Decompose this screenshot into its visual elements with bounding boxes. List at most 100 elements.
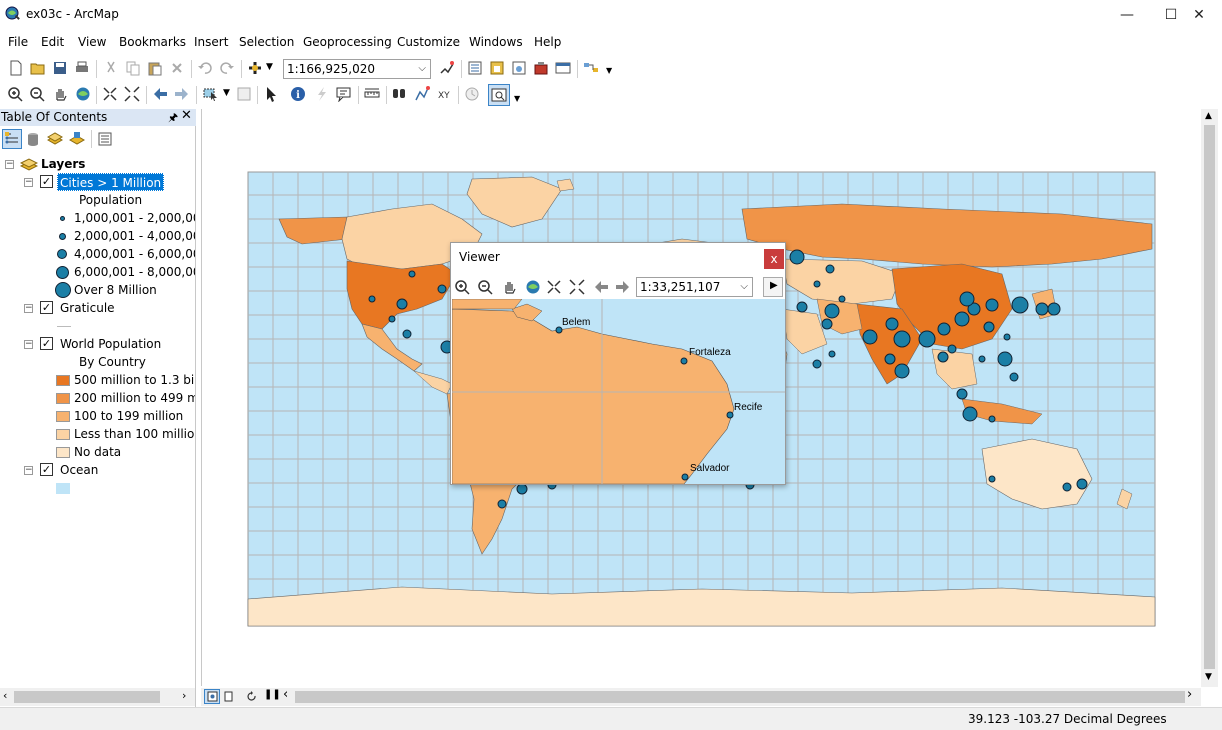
new-document-icon[interactable] [8, 60, 24, 76]
scroll-down-icon[interactable]: ▼ [1205, 672, 1212, 682]
clear-selection-icon[interactable] [236, 86, 252, 102]
find-icon[interactable] [391, 86, 407, 102]
layer-ocean-label[interactable]: Ocean [60, 461, 98, 479]
layout-view-icon[interactable] [223, 691, 234, 702]
select-features-icon[interactable] [203, 86, 219, 102]
menu-windows[interactable]: Windows [469, 35, 523, 49]
time-slider-icon[interactable] [464, 86, 480, 102]
catalog-icon[interactable] [489, 60, 505, 76]
copy-icon[interactable] [125, 60, 141, 76]
menu-insert[interactable]: Insert [194, 35, 228, 49]
viewer-window-button[interactable] [488, 84, 510, 106]
layer-cities-label[interactable]: Cities > 1 Million [57, 173, 165, 191]
find-route-icon[interactable] [414, 86, 430, 102]
layer-cities[interactable]: − ✓ Cities > 1 Million [0, 173, 190, 191]
menu-view[interactable]: View [78, 35, 106, 49]
collapse-icon[interactable]: − [24, 340, 33, 349]
pin-icon[interactable]: 🖈 [168, 109, 178, 128]
open-icon[interactable] [30, 60, 46, 76]
viewer-map-canvas[interactable] [452, 299, 785, 484]
select-dropdown-icon[interactable]: ▼ [223, 88, 230, 98]
list-by-source-icon[interactable] [25, 131, 41, 147]
zoom-out-icon[interactable] [29, 86, 45, 102]
menu-help[interactable]: Help [534, 35, 561, 49]
scroll-left-icon[interactable]: ‹ [283, 687, 288, 702]
fixed-zoom-out-icon[interactable] [569, 279, 585, 295]
menu-edit[interactable]: Edit [41, 35, 64, 49]
print-icon[interactable] [74, 60, 90, 76]
list-by-visibility-icon[interactable] [47, 131, 63, 147]
list-by-drawing-order-button[interactable] [2, 129, 22, 149]
pan-icon[interactable] [52, 86, 68, 102]
layer-graticule[interactable]: − ✓ Graticule [0, 299, 190, 317]
pause-drawing-icon[interactable]: ❚❚ [264, 689, 281, 700]
delete-icon[interactable] [169, 60, 185, 76]
toolbar-options-icon[interactable]: ▼ [606, 66, 612, 75]
redo-icon[interactable] [219, 60, 235, 76]
map-vertical-scrollbar[interactable]: ▲ ▼ [1201, 109, 1218, 687]
full-extent-icon[interactable] [75, 86, 91, 102]
viewer-close-button[interactable]: x [764, 249, 784, 269]
layers-root[interactable]: − Layers [0, 155, 190, 173]
html-popup-icon[interactable] [336, 86, 352, 102]
scroll-thumb[interactable] [14, 691, 160, 703]
close-toc-button[interactable]: ✕ [181, 108, 192, 123]
paste-icon[interactable] [147, 60, 163, 76]
table-of-contents-icon[interactable] [467, 60, 483, 76]
map-scale-combo[interactable]: 1:166,925,020 ⌵ [283, 59, 431, 79]
undo-icon[interactable] [197, 60, 213, 76]
options-icon[interactable] [97, 131, 113, 147]
fixed-zoom-out-icon[interactable] [124, 86, 140, 102]
toolbar-options-icon[interactable]: ▼ [514, 94, 520, 103]
menu-bookmarks[interactable]: Bookmarks [119, 35, 186, 49]
chevron-down-icon[interactable]: ⌵ [418, 60, 426, 78]
layer-graticule-label[interactable]: Graticule [60, 299, 115, 317]
viewer-options-button[interactable]: ▶ [763, 277, 783, 297]
viewer-window[interactable]: Viewer x 1:33,251,107 ⌵ ▶ Belem Fortalez… [450, 242, 786, 485]
model-builder-icon[interactable] [583, 60, 599, 76]
full-extent-icon[interactable] [525, 279, 541, 295]
scroll-right-icon[interactable]: › [1187, 687, 1192, 702]
layer-ocean[interactable]: − ✓ Ocean [0, 461, 190, 479]
viewer-map[interactable]: Belem Fortaleza Recife Salvador [452, 299, 785, 484]
chevron-down-icon[interactable]: ⌵ [740, 278, 748, 296]
back-extent-icon[interactable] [593, 279, 609, 295]
menu-geoprocessing[interactable]: Geoprocessing [303, 35, 392, 49]
layer-cities-checkbox[interactable]: ✓ [40, 175, 53, 188]
search-window-icon[interactable] [511, 60, 527, 76]
list-by-selection-icon[interactable] [69, 131, 85, 147]
layer-world-population[interactable]: − ✓ World Population [0, 335, 190, 353]
pan-icon[interactable] [501, 279, 517, 295]
fixed-zoom-in-icon[interactable] [102, 86, 118, 102]
forward-extent-icon[interactable] [615, 279, 631, 295]
zoom-in-icon[interactable] [7, 86, 23, 102]
select-elements-icon[interactable] [263, 86, 279, 102]
scroll-left-icon[interactable]: ‹ [3, 689, 7, 702]
scroll-right-icon[interactable]: › [182, 689, 186, 702]
collapse-icon[interactable]: − [24, 466, 33, 475]
editor-toolbar-icon[interactable] [439, 60, 455, 76]
measure-icon[interactable] [364, 86, 380, 102]
arctoolbox-icon[interactable] [533, 60, 549, 76]
scroll-thumb[interactable] [1204, 125, 1215, 669]
add-data-dropdown-icon[interactable]: ▼ [266, 62, 273, 72]
menu-file[interactable]: File [8, 35, 28, 49]
collapse-icon[interactable]: − [5, 160, 14, 169]
layer-world-population-checkbox[interactable]: ✓ [40, 337, 53, 350]
zoom-out-icon[interactable] [477, 279, 493, 295]
go-to-xy-icon[interactable]: XY [437, 86, 453, 102]
zoom-in-icon[interactable] [454, 279, 470, 295]
layer-world-population-label[interactable]: World Population [60, 335, 161, 353]
data-view-button[interactable] [204, 689, 220, 704]
collapse-icon[interactable]: − [24, 178, 33, 187]
scroll-thumb[interactable] [295, 691, 1185, 703]
scroll-up-icon[interactable]: ▲ [1205, 111, 1212, 121]
layer-graticule-checkbox[interactable]: ✓ [40, 301, 53, 314]
save-icon[interactable] [52, 60, 68, 76]
refresh-icon[interactable] [246, 691, 257, 702]
forward-extent-icon[interactable] [174, 86, 190, 102]
cut-icon[interactable] [103, 60, 119, 76]
minimize-button[interactable]: — [1104, 4, 1150, 26]
python-window-icon[interactable] [555, 60, 571, 76]
fixed-zoom-in-icon[interactable] [546, 279, 562, 295]
